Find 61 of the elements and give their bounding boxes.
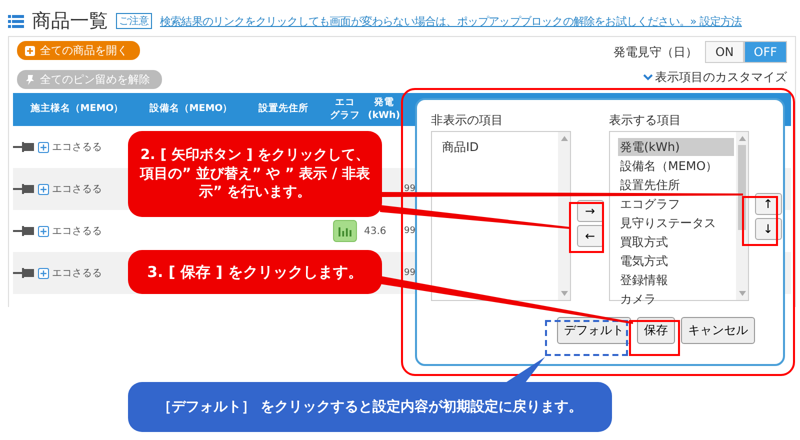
owner-name: エコさるる (52, 141, 102, 154)
list-item[interactable]: エコグラフ (618, 195, 734, 213)
scrollbar[interactable] (558, 132, 570, 300)
scroll-up-icon[interactable] (738, 136, 746, 141)
shown-items-title: 表示する項目 (609, 112, 682, 129)
expand-icon[interactable] (38, 226, 49, 236)
scroll-up-icon[interactable] (560, 136, 568, 141)
table-cell-text: 99 (404, 184, 416, 194)
list-icon (8, 14, 24, 28)
notice-link[interactable]: 検索結果のリンクをクリックしても画面が変わらない場合は、ポップアップブロックの解除をお試しください。» 設定方法 (160, 14, 742, 28)
move-button[interactable]: ← (576, 224, 604, 246)
generation-value: 43.6 (364, 226, 388, 236)
page-title: 商品一覧 (32, 9, 108, 34)
notice-tag: ご注意 (116, 13, 152, 29)
customize-link[interactable]: 表示項目のカスタマイズ (643, 69, 787, 86)
pin-icon[interactable] (13, 142, 35, 152)
list-item[interactable]: 電気方式 (618, 252, 734, 270)
callout-text: 3. [ 保存 ] をクリックします。 (147, 262, 363, 282)
expand-icon[interactable] (38, 184, 49, 194)
column-header[interactable]: エコ (335, 97, 355, 110)
highlight-box (742, 196, 778, 246)
pin-icon[interactable] (13, 184, 35, 194)
pin-icon[interactable] (13, 226, 35, 236)
list-item[interactable]: 設備名（MEMO） (618, 157, 734, 175)
hidden-items-list[interactable]: 商品ID (431, 131, 571, 301)
scroll-down-icon[interactable] (738, 291, 746, 296)
callout-text: 2. [ 矢印ボタン ] をクリックして、項目の” 並び替え” や ” 表示 / 非表示” を行います。 (138, 146, 371, 202)
column-header[interactable]: 設置先住所 (258, 103, 308, 116)
chevron-down-icon (643, 74, 653, 81)
hidden-items-title: 非表示の項目 (431, 112, 504, 129)
highlight-box (569, 202, 604, 253)
order-button[interactable]: ↓ (754, 218, 782, 240)
column-header[interactable]: 発電 (374, 97, 394, 110)
plus-icon (25, 46, 35, 56)
column-header[interactable]: (kWh) (368, 110, 400, 122)
callout-text: ［デフォルト］ をクリックすると設定内容が初期設定に戻ります。 (158, 398, 582, 416)
owner-name: エコさるる (52, 225, 102, 238)
scrollbar[interactable] (736, 132, 748, 300)
scroll-down-icon[interactable] (560, 291, 568, 296)
pin-icon[interactable] (13, 268, 35, 278)
table-cell-text: 99 (404, 226, 416, 236)
graph-icon[interactable] (333, 220, 357, 242)
monitor-label: 発電見守（日） (613, 44, 698, 60)
expand-icon[interactable] (38, 142, 49, 152)
column-header[interactable]: グラフ (330, 110, 360, 122)
owner-name: エコさるる (52, 183, 102, 196)
column-header[interactable]: 設備名（MEMO） (149, 103, 233, 116)
pin-icon (25, 74, 35, 84)
list-item[interactable]: 商品ID (440, 138, 556, 156)
toggle-option[interactable]: ON (705, 41, 744, 63)
expand-icon[interactable] (38, 268, 49, 278)
list-item[interactable]: 発電(kWh) (618, 138, 734, 156)
save-button[interactable]: 保存 (637, 317, 675, 344)
cancel-button[interactable]: キャンセル (681, 317, 755, 344)
list-item[interactable]: 登録情報 (618, 271, 734, 289)
column-header[interactable]: 施主様名（MEMO） (30, 103, 124, 116)
table-cell-text: 99 (404, 268, 416, 278)
list-item[interactable]: 設置先住所 (618, 176, 734, 194)
owner-name: エコさるる (52, 267, 102, 280)
list-item[interactable]: 見守りステータス (618, 214, 734, 232)
list-item[interactable]: 買取方式 (618, 233, 734, 251)
